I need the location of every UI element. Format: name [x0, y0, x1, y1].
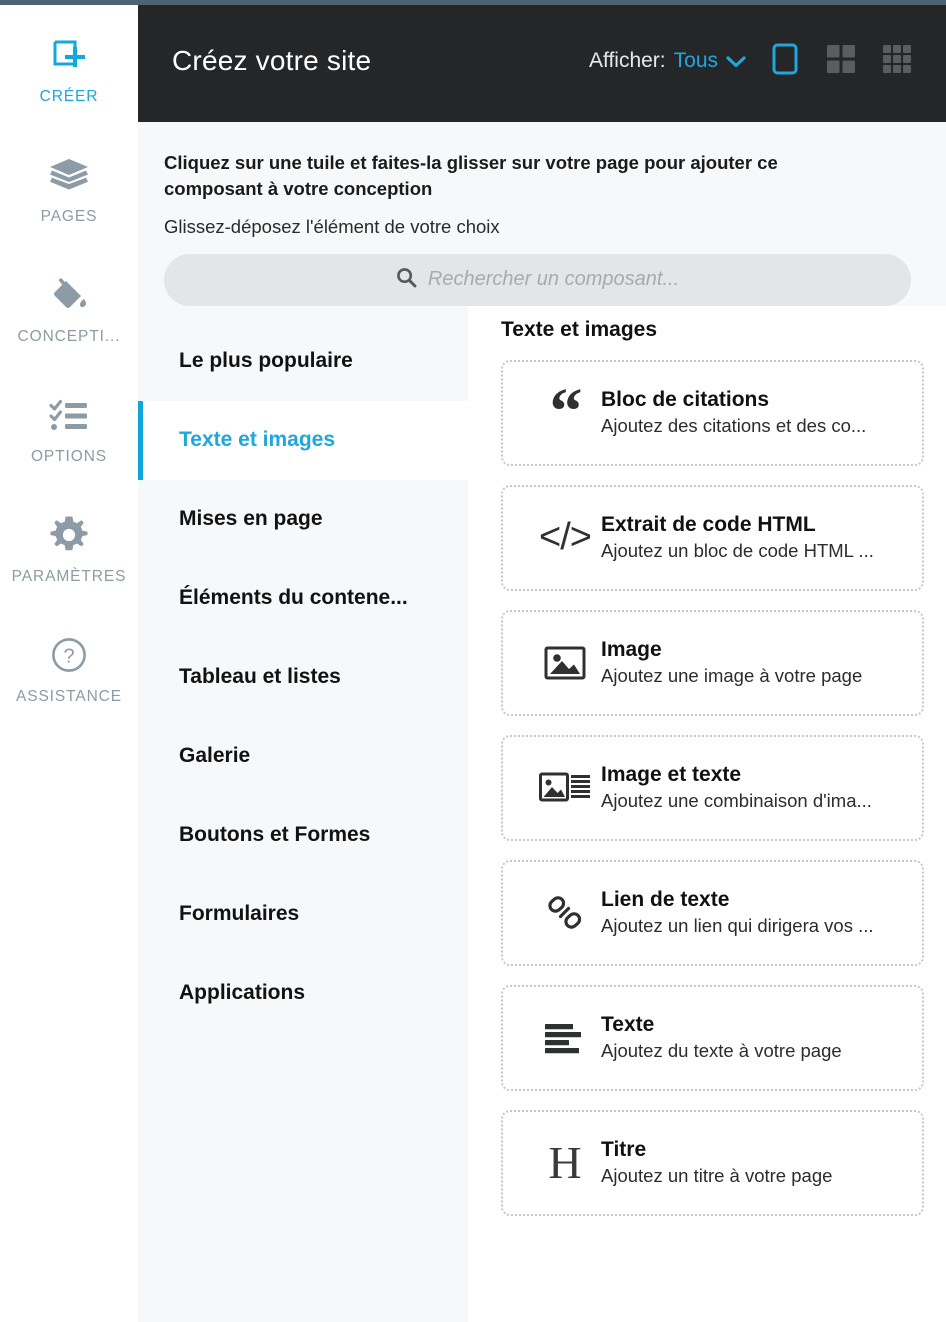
- category-item-formulaires[interactable]: Formulaires: [138, 875, 468, 954]
- main-panel: Créez votre site Afficher: Tous Cliquez …: [138, 0, 946, 1322]
- tile-text: Texte Ajoutez du texte à votre page: [601, 1011, 842, 1063]
- search-input[interactable]: Rechercher un composant...: [164, 253, 911, 306]
- checklist-icon: [49, 392, 89, 438]
- category-label: Éléments du contene...: [179, 586, 408, 610]
- sidebar-item-label: CONCEPTI...: [17, 328, 121, 345]
- gear-icon: [50, 512, 88, 558]
- tile-description: Ajoutez un titre à votre page: [601, 1164, 833, 1186]
- tile-text: Image Ajoutez une image à votre page: [601, 636, 862, 688]
- view-grid-2x2-icon: [826, 44, 856, 79]
- sidebar-item-options[interactable]: OPTIONS: [0, 382, 138, 502]
- tile-title: Titre: [601, 1138, 647, 1162]
- category-label: Tableau et listes: [179, 665, 341, 689]
- header-controls: Afficher: Tous: [589, 43, 914, 80]
- tile-description: Ajoutez des citations et des co...: [601, 414, 867, 436]
- component-tile-titre[interactable]: H Titre Ajoutez un titre à votre page: [501, 1109, 924, 1216]
- image-icon: [529, 645, 601, 681]
- sidebar-item-creer[interactable]: CRÉER: [0, 22, 138, 142]
- category-item-galerie[interactable]: Galerie: [138, 717, 468, 796]
- category-item-le-plus-populaire[interactable]: Le plus populaire: [138, 322, 468, 401]
- view-grid-3x3-icon: [882, 44, 912, 79]
- sidebar-item-pages[interactable]: PAGES: [0, 142, 138, 262]
- view-grid-2x2-button[interactable]: [824, 44, 858, 78]
- category-item-mises-en-page[interactable]: Mises en page: [138, 480, 468, 559]
- tile-description: Ajoutez une combinaison d'ima...: [601, 789, 872, 811]
- component-tile-extrait-de-code-html[interactable]: </> Extrait de code HTML Ajoutez un bloc…: [501, 484, 924, 591]
- heading-h-icon: H: [548, 1137, 582, 1189]
- tile-text: Image et texte Ajoutez une combinaison d…: [601, 761, 872, 813]
- filter-dropdown[interactable]: Afficher: Tous: [589, 49, 746, 73]
- filter-value: Tous: [673, 49, 718, 72]
- content-columns: Le plus populaire Texte et images Mises …: [138, 305, 946, 1322]
- sidebar-item-label: CRÉER: [39, 88, 99, 105]
- category-label: Texte et images: [179, 428, 336, 452]
- sidebar-item-label: PARAMÈTRES: [11, 568, 127, 585]
- sidebar-item-label: OPTIONS: [30, 448, 108, 465]
- tile-title: Image et texte: [601, 763, 742, 787]
- tile-title: Lien de texte: [601, 888, 730, 912]
- category-label: Mises en page: [179, 507, 323, 531]
- category-label: Formulaires: [179, 902, 300, 926]
- image-text-icon: [529, 770, 601, 806]
- layers-icon: [48, 152, 90, 198]
- category-label: Galerie: [179, 744, 251, 768]
- instruction-band: Cliquez sur une tuile et faites-la gliss…: [138, 122, 946, 306]
- sidebar-item-assistance[interactable]: ? ASSISTANCE: [0, 622, 138, 742]
- category-label: Boutons et Formes: [179, 823, 371, 847]
- category-item-applications[interactable]: Applications: [138, 954, 468, 1033]
- window-top-accent-strip: [0, 0, 946, 5]
- category-item-tableau-et-listes[interactable]: Tableau et listes: [138, 638, 468, 717]
- link-icon: [529, 894, 601, 932]
- tile-title: Extrait de code HTML: [601, 513, 816, 537]
- view-grid-3x3-button[interactable]: [880, 44, 914, 78]
- tile-text: Bloc de citations Ajoutez des citations …: [601, 386, 866, 438]
- component-tile-lien-de-texte[interactable]: Lien de texte Ajoutez un lien qui dirige…: [501, 859, 924, 966]
- sidebar-item-conception[interactable]: CONCEPTI...: [0, 262, 138, 382]
- sidebar-item-parametres[interactable]: PARAMÈTRES: [0, 502, 138, 622]
- svg-text:?: ?: [63, 646, 74, 668]
- tile-text: Titre Ajoutez un titre à votre page: [601, 1136, 832, 1188]
- add-square-icon: [49, 32, 89, 78]
- subinstruction-text: Glissez-déposez l'élément de votre choix: [164, 215, 500, 237]
- component-tile-image-et-texte[interactable]: Image et texte Ajoutez une combinaison d…: [501, 734, 924, 841]
- sidebar-item-label: ASSISTANCE: [15, 688, 123, 705]
- category-label: Le plus populaire: [179, 349, 353, 373]
- tile-description: Ajoutez un lien qui dirigera vos ...: [601, 914, 874, 936]
- html-code-icon: </>: [539, 516, 592, 559]
- page-title: Créez votre site: [172, 45, 372, 76]
- paint-bucket-icon: [48, 272, 90, 318]
- left-nav-rail: CRÉER PAGES CONCEPTI... OPTIONS PARAMÈTR…: [0, 0, 138, 1322]
- tile-title: Bloc de citations: [601, 388, 770, 412]
- question-circle-icon: ?: [50, 632, 88, 678]
- quote-block-icon: “: [549, 375, 583, 449]
- tile-title: Image: [601, 638, 662, 662]
- category-item-texte-et-images[interactable]: Texte et images: [138, 400, 468, 480]
- component-tile-bloc-de-citations[interactable]: “ Bloc de citations Ajoutez des citation…: [501, 359, 924, 466]
- filter-label: Afficher:: [588, 49, 666, 72]
- component-tile-texte[interactable]: Texte Ajoutez du texte à votre page: [501, 984, 924, 1091]
- tile-description: Ajoutez un bloc de code HTML ...: [601, 539, 874, 561]
- text-lines-icon: [529, 1022, 601, 1054]
- category-label: Applications: [179, 981, 306, 1005]
- category-item-elements-du-contenu[interactable]: Éléments du contene...: [138, 559, 468, 638]
- view-single-button[interactable]: [768, 43, 802, 80]
- tile-description: Ajoutez du texte à votre page: [601, 1039, 842, 1061]
- component-tile-image[interactable]: Image Ajoutez une image à votre page: [501, 609, 924, 716]
- search-icon: [396, 267, 417, 293]
- search-placeholder: Rechercher un composant...: [427, 268, 680, 291]
- tile-text: Extrait de code HTML Ajoutez un bloc de …: [601, 511, 874, 563]
- tile-text: Lien de texte Ajoutez un lien qui dirige…: [601, 886, 874, 938]
- component-tiles-panel: Texte et images “ Bloc de citations Ajou…: [468, 305, 946, 1322]
- category-list: Le plus populaire Texte et images Mises …: [138, 305, 468, 1322]
- tiles-panel-title: Texte et images: [501, 317, 658, 341]
- instruction-text: Cliquez sur une tuile et faites-la gliss…: [164, 152, 778, 200]
- panel-header: Créez votre site Afficher: Tous: [138, 0, 946, 122]
- tile-title: Texte: [601, 1013, 655, 1037]
- category-item-boutons-et-formes[interactable]: Boutons et Formes: [138, 796, 468, 875]
- site-builder-window: CRÉER PAGES CONCEPTI... OPTIONS PARAMÈTR…: [0, 0, 946, 1322]
- view-single-icon: [772, 43, 798, 80]
- sidebar-item-label: PAGES: [40, 208, 98, 225]
- chevron-down-icon: [726, 55, 746, 68]
- tile-description: Ajoutez une image à votre page: [601, 664, 863, 686]
